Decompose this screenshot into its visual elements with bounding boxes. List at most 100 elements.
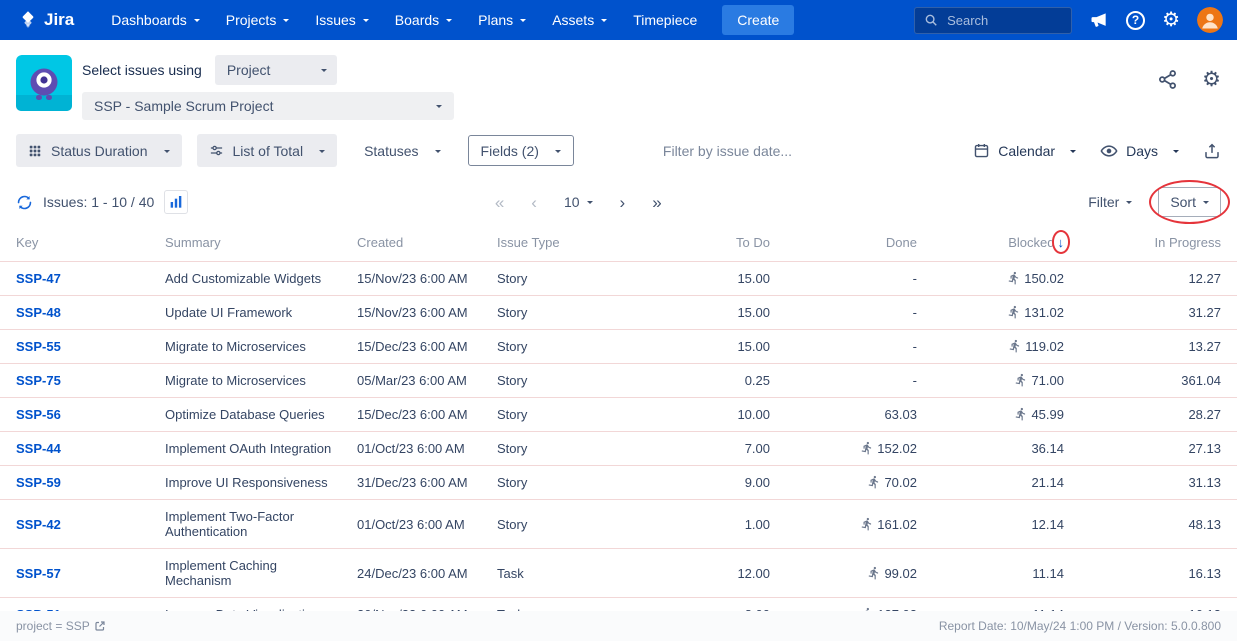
blocked-value: 150.02	[925, 262, 1072, 296]
column-header-created[interactable]: Created	[349, 229, 489, 262]
table-row: SSP-59Improve UI Responsiveness31/Dec/23…	[0, 466, 1237, 500]
issue-date-filter-input[interactable]	[661, 142, 851, 160]
report-type-dropdown[interactable]: Status Duration	[16, 134, 182, 167]
jira-logo[interactable]: Jira	[18, 10, 74, 30]
pagination: « ‹ 10 › »	[495, 194, 662, 211]
in-progress-value: 361.04	[1072, 364, 1237, 398]
fields-dropdown[interactable]: Fields (2)	[468, 135, 574, 166]
calculation-mode-dropdown[interactable]: List of Total	[197, 134, 338, 167]
grid-icon	[28, 144, 42, 158]
issues-table-body: SSP-47 Add Customizable Widgets15/Nov/23 …	[0, 262, 1237, 632]
nav-item-timepiece[interactable]: Timepiece	[623, 6, 707, 34]
filter-dropdown[interactable]: Filter	[1088, 194, 1132, 210]
chevron-down-icon	[555, 150, 561, 156]
external-link-icon[interactable]	[94, 620, 106, 632]
chevron-down-icon	[283, 19, 289, 25]
nav-item-boards[interactable]: Boards	[385, 6, 462, 34]
column-header-blocked[interactable]: Blocked↓	[925, 229, 1072, 262]
chevron-down-icon	[520, 19, 526, 25]
page-size-dropdown[interactable]: 10	[564, 194, 593, 210]
last-page-button[interactable]: »	[652, 194, 661, 211]
issue-type: Story	[489, 296, 629, 330]
issue-created: 01/Oct/23 6:00 AM	[349, 500, 489, 549]
issue-created: 05/Mar/23 6:00 AM	[349, 364, 489, 398]
issue-key-link[interactable]: SSP-57	[16, 566, 61, 581]
issue-key-link[interactable]: SSP-75	[16, 373, 61, 388]
refresh-icon[interactable]	[16, 194, 33, 211]
help-icon[interactable]: ?	[1126, 11, 1145, 30]
runner-icon	[867, 566, 881, 580]
issue-summary: Optimize Database Queries	[157, 398, 349, 432]
chart-view-icon[interactable]	[164, 190, 188, 214]
table-row: SSP-55Migrate to Microservices15/Dec/23 …	[0, 330, 1237, 364]
column-header-in-progress[interactable]: In Progress	[1072, 229, 1237, 262]
nav-search[interactable]	[914, 7, 1072, 34]
column-header-todo[interactable]: To Do	[629, 229, 778, 262]
export-icon[interactable]	[1203, 142, 1221, 160]
issue-key-link[interactable]: SSP-47	[16, 271, 61, 286]
sort-descending-icon[interactable]: ↓	[1058, 235, 1065, 250]
done-value: 63.03	[778, 398, 925, 432]
search-input[interactable]	[945, 12, 1055, 29]
runner-icon	[1014, 373, 1028, 387]
time-unit-dropdown[interactable]: Days	[1100, 142, 1179, 160]
issue-key-link[interactable]: SSP-42	[16, 517, 61, 532]
report-settings-gear-icon[interactable]: ⚙	[1202, 69, 1221, 90]
issue-key-link[interactable]: SSP-44	[16, 441, 61, 456]
issues-count-label: Issues: 1 - 10 / 40	[43, 194, 154, 210]
issue-created: 24/Dec/23 6:00 AM	[349, 549, 489, 598]
issue-key-link[interactable]: SSP-59	[16, 475, 61, 490]
blocked-value: 45.99	[925, 398, 1072, 432]
issues-bar: Issues: 1 - 10 / 40 « ‹ 10 › » Filter So…	[0, 179, 1237, 229]
blocked-value: 36.14	[925, 432, 1072, 466]
done-value: -	[778, 296, 925, 330]
calendar-dropdown[interactable]: Calendar	[973, 142, 1076, 159]
done-value: 152.02	[778, 432, 925, 466]
chevron-down-icon	[194, 19, 200, 25]
share-icon[interactable]	[1157, 69, 1178, 90]
report-date-label: Report Date: 10/May/24 1:00 PM / Version…	[939, 619, 1221, 633]
chevron-down-icon	[435, 150, 441, 156]
chevron-down-icon	[1173, 150, 1179, 156]
prev-page-button[interactable]: ‹	[531, 194, 537, 211]
issue-source-mode-dropdown[interactable]: Project	[215, 55, 337, 85]
sort-dropdown[interactable]: Sort	[1158, 187, 1221, 217]
column-header-summary[interactable]: Summary	[157, 229, 349, 262]
search-icon	[924, 13, 938, 27]
next-page-button[interactable]: ›	[620, 194, 626, 211]
create-button[interactable]: Create	[722, 5, 794, 35]
issue-created: 15/Nov/23 6:00 AM	[349, 262, 489, 296]
todo-value: 9.00	[629, 466, 778, 500]
done-value: -	[778, 364, 925, 398]
issue-key-link[interactable]: SSP-48	[16, 305, 61, 320]
user-avatar[interactable]	[1197, 7, 1223, 33]
issue-created: 15/Nov/23 6:00 AM	[349, 296, 489, 330]
sliders-icon	[209, 143, 224, 158]
column-header-done[interactable]: Done	[778, 229, 925, 262]
nav-item-issues[interactable]: Issues	[305, 6, 378, 34]
first-page-button[interactable]: «	[495, 194, 504, 211]
column-header-key[interactable]: Key	[0, 229, 157, 262]
issue-summary: Add Customizable Widgets	[157, 262, 349, 296]
runner-icon	[1014, 407, 1028, 421]
issue-key-link[interactable]: SSP-55	[16, 339, 61, 354]
chevron-down-icon	[319, 150, 325, 156]
issue-type: Story	[489, 364, 629, 398]
nav-item-assets[interactable]: Assets	[542, 6, 617, 34]
app-monster-icon	[16, 55, 72, 111]
issue-type: Story	[489, 466, 629, 500]
settings-gear-icon[interactable]: ⚙	[1162, 10, 1180, 30]
nav-item-plans[interactable]: Plans	[468, 6, 536, 34]
announcement-icon[interactable]	[1089, 10, 1109, 30]
project-select-dropdown[interactable]: SSP - Sample Scrum Project	[82, 92, 454, 120]
statuses-dropdown[interactable]: Statuses	[352, 134, 452, 167]
issue-key-link[interactable]: SSP-56	[16, 407, 61, 422]
issue-type: Story	[489, 262, 629, 296]
issue-type: Task	[489, 549, 629, 598]
issue-created: 15/Dec/23 6:00 AM	[349, 398, 489, 432]
chevron-down-icon	[321, 69, 327, 75]
nav-item-dashboards[interactable]: Dashboards	[101, 6, 210, 34]
nav-item-projects[interactable]: Projects	[216, 6, 300, 34]
runner-icon	[860, 441, 874, 455]
column-header-issue-type[interactable]: Issue Type	[489, 229, 629, 262]
